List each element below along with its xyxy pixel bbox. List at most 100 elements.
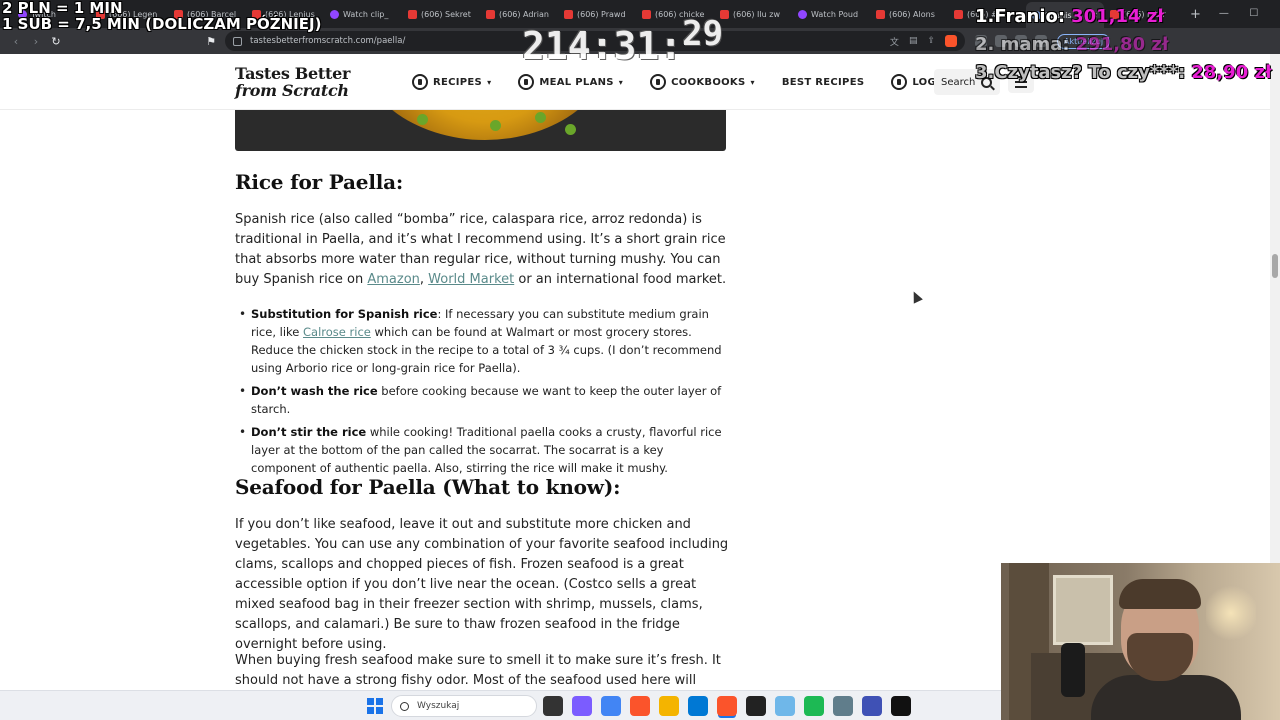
donation-amount: 28,90 zł xyxy=(1191,62,1272,83)
back-icon[interactable]: ‹ xyxy=(6,35,26,48)
meal-plans-icon xyxy=(518,74,535,90)
spotify-icon[interactable] xyxy=(804,696,824,716)
taskbar-search[interactable]: Wyszukaj xyxy=(391,695,537,717)
start-icon[interactable] xyxy=(367,698,383,714)
chevron-down-icon: ▾ xyxy=(618,77,624,87)
share-icon[interactable]: ⇪ xyxy=(927,36,935,46)
notepad-icon[interactable] xyxy=(862,696,882,716)
amazon-link[interactable]: Amazon xyxy=(367,272,420,287)
browser-tab[interactable]: Watch Poud xyxy=(792,2,870,26)
browser-tab[interactable]: (606) Prawd xyxy=(558,2,636,26)
tab-label: (606) Alons xyxy=(889,9,935,19)
leaderboard-row: 1.Franio: 301,14 zł xyxy=(975,6,1275,34)
nav-label: COOKBOOKS xyxy=(671,76,746,88)
nav-label: BEST RECIPES xyxy=(781,76,865,88)
obs-icon[interactable] xyxy=(746,696,766,716)
rice-tips-list: Substitution for Spanish rice: If necess… xyxy=(235,305,730,482)
reader-icon[interactable]: ▤ xyxy=(909,36,918,46)
cookbooks-icon xyxy=(650,74,667,90)
brave-icon[interactable] xyxy=(630,696,650,716)
tab-label: (606) Prawd xyxy=(577,9,626,19)
webcam-feed xyxy=(1001,563,1280,720)
youtube-icon xyxy=(876,9,885,19)
browser-tab[interactable]: (606) Alons xyxy=(870,2,948,26)
youtube-icon xyxy=(486,9,495,19)
site-info-icon[interactable] xyxy=(233,36,242,46)
twitch-icon xyxy=(330,9,339,19)
browser-tab[interactable]: (606) Ilu zw xyxy=(714,2,792,26)
donation-amount: 291,80 zł xyxy=(1075,34,1169,55)
reload-icon[interactable]: ↻ xyxy=(46,35,66,48)
copilot-icon[interactable] xyxy=(572,696,592,716)
browser-tab[interactable]: (606) Sekret xyxy=(402,2,480,26)
brave-active-icon[interactable] xyxy=(717,696,737,716)
recipes-icon xyxy=(412,74,428,90)
mouse-cursor xyxy=(909,289,923,304)
rule-line-2: 1 SUB = 7,5 MIN (DOLICZAM PÓŹNIEJ) xyxy=(2,15,322,33)
logo-line-1: Tastes Better xyxy=(235,64,351,83)
tip-title: Don’t stir the rice xyxy=(251,425,367,439)
seafood-paragraph: If you don’t like seafood, leave it out … xyxy=(235,517,729,652)
capcut-icon[interactable] xyxy=(891,696,911,716)
calrose-rice-link[interactable]: Calrose rice xyxy=(303,325,371,339)
brave-shields-icon[interactable] xyxy=(945,35,957,47)
chevron-down-icon: ▾ xyxy=(487,77,492,87)
donation-amount: 301,14 zł xyxy=(1071,6,1164,27)
subathon-timer: 214:31:29 xyxy=(522,14,723,68)
logo-line-2: from Scratch xyxy=(235,81,349,100)
tab-label: (606) Sekret xyxy=(421,9,471,19)
paella-pan xyxy=(355,110,615,140)
nav-item-best-recipes[interactable]: BEST RECIPES xyxy=(782,77,865,88)
world-market-link[interactable]: World Market xyxy=(428,272,514,287)
leaderboard-row: 3.Czytasz? To czy***: 28,90 zł xyxy=(975,62,1275,90)
page-scrollbar[interactable] xyxy=(1270,54,1280,563)
donor-name: 1.Franio: xyxy=(975,6,1066,27)
browser-tab[interactable]: (606) Adrian xyxy=(480,2,558,26)
bookmark-icon[interactable]: ⚑ xyxy=(201,35,221,48)
main-nav: RECIPES ▾ MEAL PLANS ▾ COOKBOOKS ▾ BEST RECIPE… xyxy=(412,71,979,93)
youtube-icon xyxy=(954,9,963,19)
nav-label: MEAL PLANS xyxy=(539,76,614,88)
rice-paragraph: Spanish rice (also called “bomba” rice, … xyxy=(235,212,727,287)
calculator-icon[interactable] xyxy=(833,696,853,716)
task-view-icon[interactable] xyxy=(543,696,563,716)
youtube-icon xyxy=(642,9,651,19)
browser-tab[interactable]: Watch clip_ xyxy=(324,2,402,26)
search-label: Search xyxy=(941,76,976,88)
user-icon xyxy=(891,74,908,90)
site-logo[interactable]: Tastes Better from Scratch xyxy=(235,65,375,99)
url-text: tastesbetterfromscratch.com/paella/ xyxy=(250,36,406,46)
photos-icon[interactable] xyxy=(775,696,795,716)
taskbar-apps xyxy=(543,696,911,716)
chevron-down-icon: ▾ xyxy=(750,77,755,87)
timer-main: 214:31: xyxy=(522,24,683,68)
donation-leaderboard: 1.Franio: 301,14 zł 2. mama: 291,80 zł 3.Czy… xyxy=(975,6,1275,90)
nav-label: RECIPES xyxy=(433,76,483,88)
address-bar-tools: 文 ▤ ⇪ xyxy=(890,35,957,48)
nav-item-meal-plans[interactable]: MEAL PLANS ▾ xyxy=(518,74,623,90)
youtube-icon xyxy=(564,9,573,19)
translate-icon[interactable]: 文 xyxy=(890,35,899,48)
paella-photo xyxy=(235,110,726,151)
tip-title: Don’t wash the rice xyxy=(251,384,378,398)
leaderboard-row: 2. mama: 291,80 zł xyxy=(975,34,1275,62)
screen: Twitch (606) Legen (606) Barcel (606) Leniu… xyxy=(0,0,1280,720)
tab-label: (606) Adrian xyxy=(499,9,549,19)
donation-rules-overlay: 2 PLN = 1 MIN 1 SUB = 7,5 MIN (DOLICZAM … xyxy=(2,0,321,32)
donor-name: 2. mama: xyxy=(975,34,1070,55)
explorer-icon[interactable] xyxy=(659,696,679,716)
store-icon[interactable] xyxy=(688,696,708,716)
tab-label: (606) Ilu zw xyxy=(733,9,780,19)
twitch-icon xyxy=(798,9,807,19)
scroll-thumb[interactable] xyxy=(1272,254,1278,278)
donor-name: 3.Czytasz? To czy***: xyxy=(975,62,1186,83)
tab-label: Watch clip_ xyxy=(343,9,389,19)
search-icon xyxy=(400,701,409,711)
forward-icon[interactable]: › xyxy=(26,35,46,48)
nav-item-cookbooks[interactable]: COOKBOOKS ▾ xyxy=(650,74,755,90)
chrome-icon[interactable] xyxy=(601,696,621,716)
tab-label: Watch Poud xyxy=(811,9,859,19)
rice-heading: Rice for Paella: xyxy=(235,170,404,194)
nav-item-recipes[interactable]: RECIPES ▾ xyxy=(412,74,491,90)
tip-item: Don’t stir the rice while cooking! Tradi… xyxy=(235,423,730,477)
